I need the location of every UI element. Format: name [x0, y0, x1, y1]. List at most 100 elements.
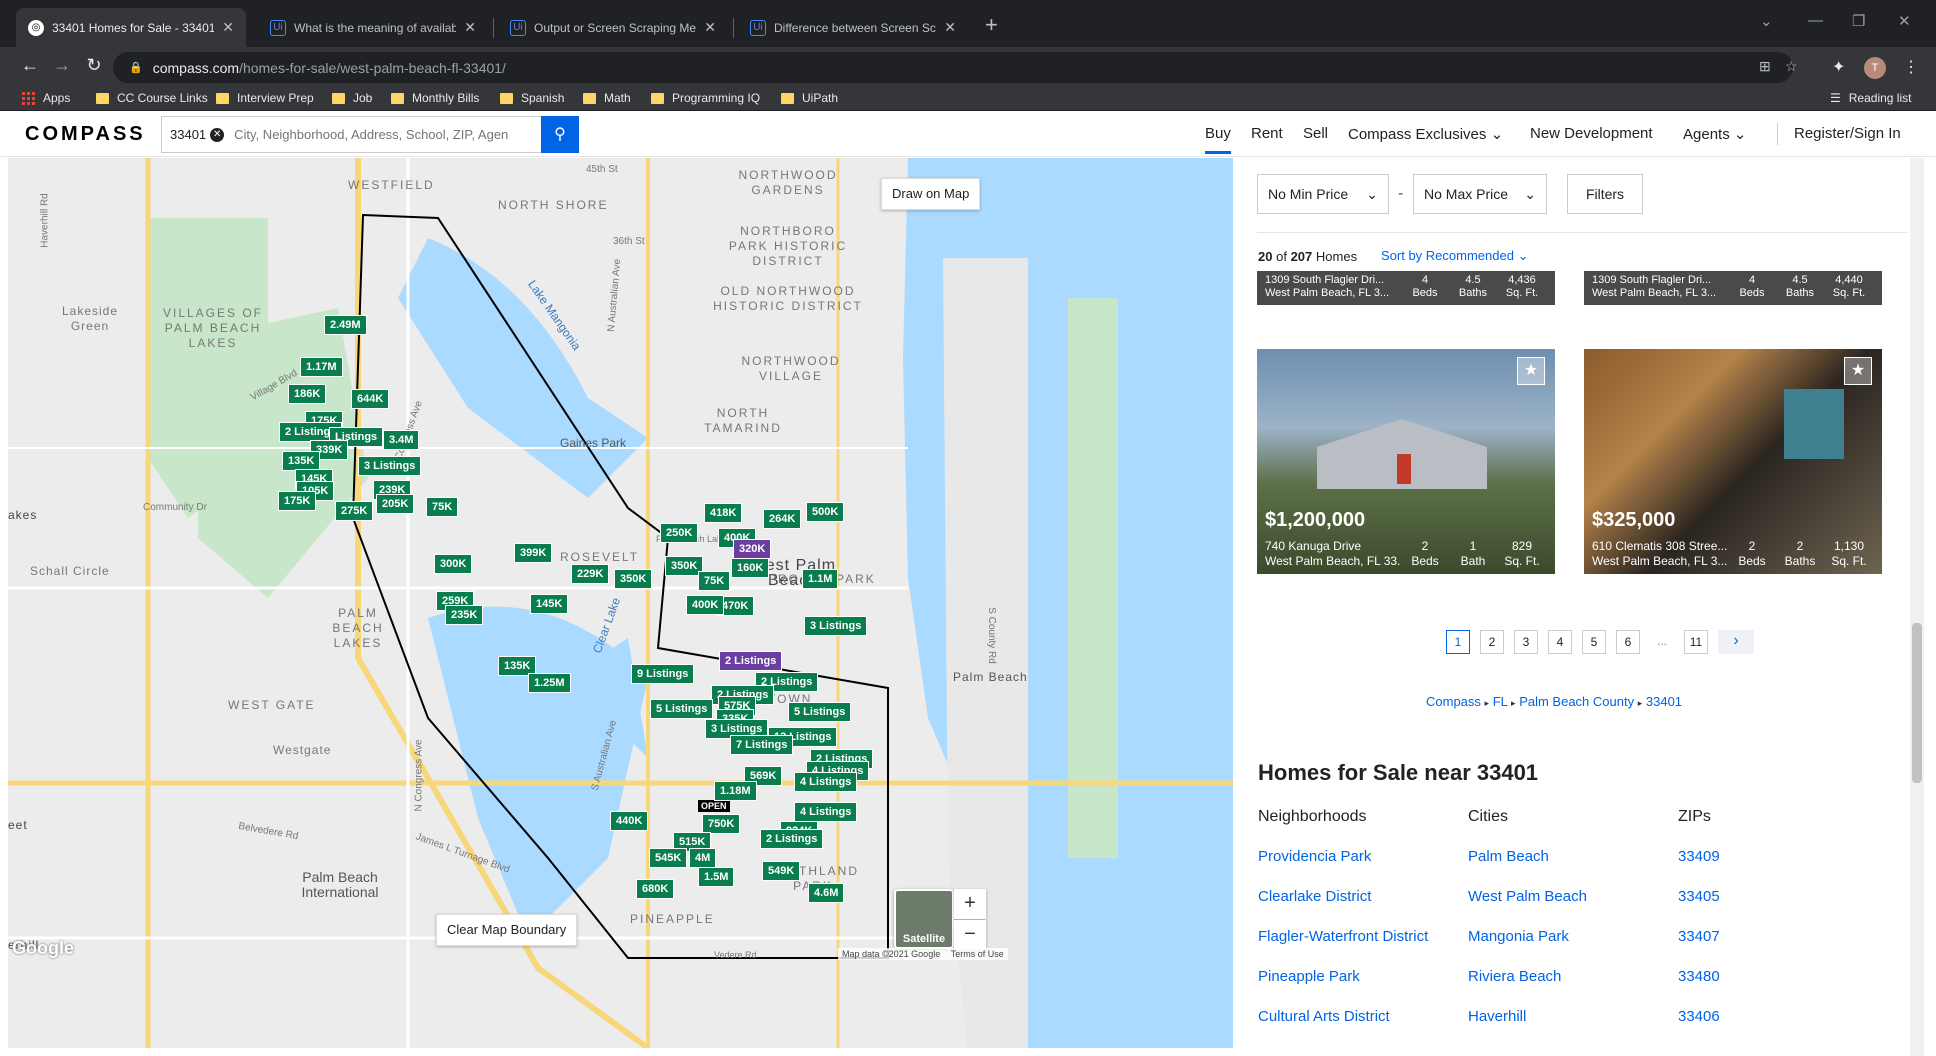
listings-pin[interactable]: 5 Listings: [788, 702, 852, 722]
price-pin[interactable]: 264K: [763, 509, 802, 529]
bookmark-folder[interactable]: CC Course Links: [96, 91, 208, 105]
remove-chip-icon[interactable]: ✕: [210, 127, 225, 142]
breadcrumb-item[interactable]: FL: [1493, 694, 1508, 709]
listings-pin[interactable]: 4 Listings: [794, 802, 858, 822]
price-pin[interactable]: 680K: [636, 879, 675, 899]
price-pin[interactable]: 4M: [689, 848, 717, 868]
satellite-toggle[interactable]: Satellite: [894, 889, 954, 949]
page-scrollbar[interactable]: [1910, 158, 1924, 1056]
nav-compass-exclusives[interactable]: Compass Exclusives ⌄: [1348, 125, 1503, 143]
zip-link[interactable]: 33405: [1678, 888, 1720, 905]
listings-pin[interactable]: 7 Listings: [730, 735, 794, 755]
price-pin[interactable]: 2.49M: [324, 315, 367, 335]
max-price-select[interactable]: No Max Price ⌄: [1413, 174, 1547, 214]
city-link[interactable]: Riviera Beach: [1468, 968, 1561, 985]
price-pin[interactable]: 175K: [278, 491, 317, 511]
price-pin[interactable]: 145K: [530, 594, 569, 614]
tab-uipath-3[interactable]: Ui Difference between Screen Scrap ✕: [738, 8, 968, 47]
bookmark-folder[interactable]: Monthly Bills: [391, 91, 479, 105]
zip-link[interactable]: 33407: [1678, 928, 1720, 945]
price-pin[interactable]: 545K: [649, 848, 688, 868]
extensions-icon[interactable]: ✦: [1832, 57, 1845, 77]
listings-pin[interactable]: 9 Listings: [631, 664, 695, 684]
neighborhood-link[interactable]: Pineapple Park: [1258, 968, 1360, 985]
address-bar[interactable]: 🔒 compass.com /homes-for-sale/west-palm-…: [113, 52, 1798, 83]
nav-sell[interactable]: Sell: [1303, 125, 1328, 142]
breadcrumb-item[interactable]: Palm Beach County: [1519, 694, 1634, 709]
search-box[interactable]: 33401 ✕: [161, 116, 579, 153]
bookmark-folder[interactable]: Job: [332, 91, 372, 105]
price-pin[interactable]: 205K: [376, 494, 415, 514]
price-pin[interactable]: 418K: [704, 503, 743, 523]
listings-pin[interactable]: 2 Listings: [719, 651, 783, 671]
reload-icon[interactable]: ↻: [82, 55, 106, 76]
price-pin[interactable]: 300K: [434, 554, 473, 574]
listing-card[interactable]: 1309 South Flagler Dri... West Palm Beach…: [1584, 271, 1882, 305]
price-pin[interactable]: 1.5M: [698, 867, 735, 887]
listings-pin[interactable]: 3 Listings: [804, 616, 868, 636]
tab-compass[interactable]: ◎ 33401 Homes for Sale - 33401 Re ✕: [16, 8, 246, 47]
price-pin[interactable]: 275K: [335, 501, 374, 521]
close-window-icon[interactable]: ✕: [1898, 12, 1911, 30]
zip-link[interactable]: 33406: [1678, 1008, 1720, 1025]
listings-pin[interactable]: 2 Listings: [760, 829, 824, 849]
listings-pin[interactable]: 5 Listings: [650, 699, 714, 719]
price-pin[interactable]: 250K: [660, 523, 699, 543]
price-pin[interactable]: 229K: [571, 564, 610, 584]
new-tab-icon[interactable]: +: [985, 12, 998, 38]
restore-icon[interactable]: ❐: [1852, 12, 1865, 30]
bookmark-folder[interactable]: Math: [583, 91, 631, 105]
page-button[interactable]: 2: [1480, 630, 1504, 654]
zip-link[interactable]: 33480: [1678, 968, 1720, 985]
city-link[interactable]: Haverhill: [1468, 1008, 1526, 1025]
neighborhood-link[interactable]: Providencia Park: [1258, 848, 1371, 865]
app-icon[interactable]: ⊞: [1759, 58, 1771, 75]
min-price-select[interactable]: No Min Price ⌄: [1257, 174, 1389, 214]
search-input[interactable]: [234, 127, 535, 142]
breadcrumb-item[interactable]: Compass: [1426, 694, 1481, 709]
back-icon[interactable]: ←: [18, 55, 42, 76]
page-button[interactable]: 1: [1446, 630, 1470, 654]
price-pin[interactable]: 644K: [351, 389, 390, 409]
price-pin[interactable]: 235K: [445, 605, 484, 625]
city-link[interactable]: West Palm Beach: [1468, 888, 1587, 905]
scrollbar-thumb[interactable]: [1912, 623, 1922, 783]
favorite-star-icon[interactable]: ★: [1517, 357, 1545, 385]
search-button[interactable]: ⚲: [541, 116, 579, 153]
price-pin[interactable]: 440K: [610, 811, 649, 831]
listing-card[interactable]: 1309 South Flagler Dri... West Palm Beach…: [1257, 271, 1555, 305]
page-button[interactable]: 6: [1616, 630, 1640, 654]
price-pin[interactable]: 160K: [731, 558, 770, 578]
price-pin[interactable]: 3 Listings: [358, 456, 422, 476]
price-pin[interactable]: 1.18M: [714, 781, 757, 801]
price-pin[interactable]: 135K: [282, 451, 321, 471]
price-pin[interactable]: 1.1M: [802, 569, 839, 589]
zip-link[interactable]: 33409: [1678, 848, 1720, 865]
close-tab-icon[interactable]: ✕: [944, 19, 956, 36]
avatar[interactable]: T: [1864, 57, 1886, 79]
filters-button[interactable]: Filters: [1567, 174, 1643, 214]
breadcrumb-item[interactable]: 33401: [1646, 694, 1682, 709]
close-tab-icon[interactable]: ✕: [704, 19, 716, 36]
city-link[interactable]: Mangonia Park: [1468, 928, 1569, 945]
clear-map-boundary-button[interactable]: Clear Map Boundary: [436, 914, 578, 946]
price-pin[interactable]: 500K: [806, 502, 845, 522]
listings-pin[interactable]: 4 Listings: [794, 772, 858, 792]
price-pin[interactable]: 186K: [288, 384, 327, 404]
close-tab-icon[interactable]: ✕: [464, 19, 476, 36]
next-page-button[interactable]: ›: [1718, 630, 1754, 654]
bookmark-folder[interactable]: Programming IQ: [651, 91, 760, 105]
bookmark-folder[interactable]: UiPath: [781, 91, 838, 105]
neighborhood-link[interactable]: Flagler-Waterfront District: [1258, 928, 1428, 945]
nav-rent[interactable]: Rent: [1251, 125, 1283, 142]
search-chip[interactable]: 33401 ✕: [170, 127, 225, 142]
close-tab-icon[interactable]: ✕: [222, 19, 234, 36]
price-pin[interactable]: 75K: [698, 571, 731, 591]
sort-dropdown[interactable]: Sort by Recommended ⌄: [1381, 248, 1528, 264]
listing-card[interactable]: ★ $325,000 610 Clematis 308 Stree... West…: [1584, 349, 1882, 574]
bookmark-star-icon[interactable]: ☆: [1785, 58, 1798, 75]
page-button[interactable]: 3: [1514, 630, 1538, 654]
forward-icon[interactable]: →: [50, 55, 74, 76]
price-pin[interactable]: 549K: [762, 861, 801, 881]
favorite-star-icon[interactable]: ★: [1844, 357, 1872, 385]
